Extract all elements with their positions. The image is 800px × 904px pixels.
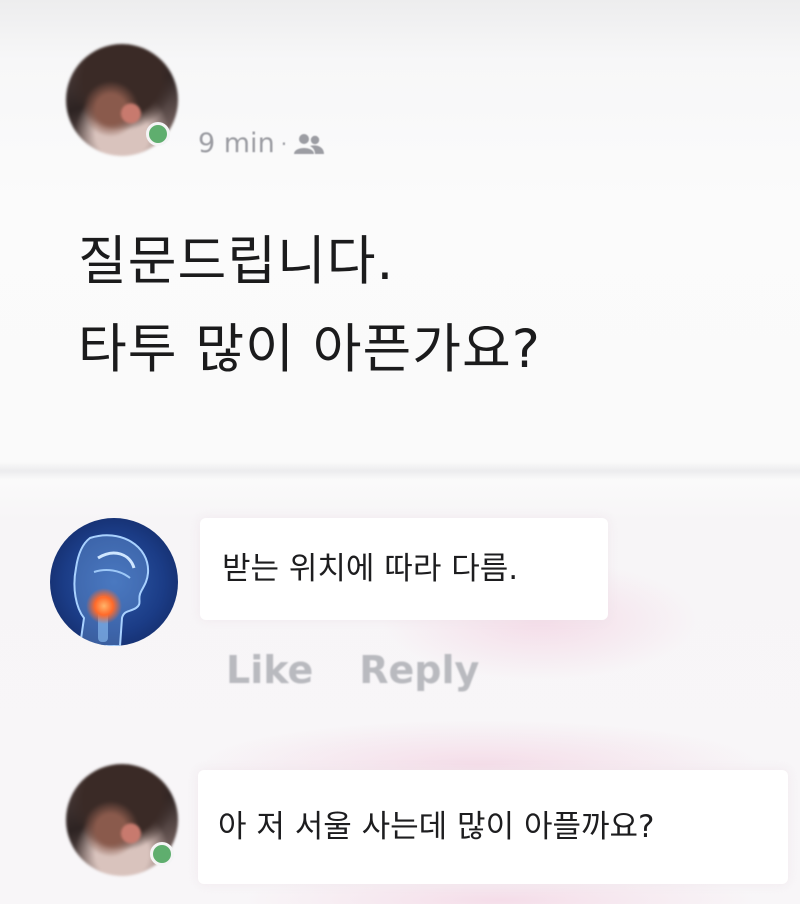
meta-separator: · (280, 131, 288, 156)
section-divider (0, 462, 800, 480)
online-status-dot (150, 842, 174, 866)
like-button[interactable]: Like (226, 648, 313, 692)
reply-button[interactable]: Reply (359, 648, 479, 692)
comment-bubble[interactable]: 아 저 서울 사는데 많이 아플까요? (198, 770, 788, 884)
xray-throat-icon (73, 534, 150, 646)
comment-text: 받는 위치에 따라 다름. (222, 551, 519, 587)
xray-throat-avatar[interactable] (50, 518, 178, 646)
post-body: 질문드립니다. 타투 많이 아픈가요? (78, 218, 541, 394)
post-meta: 9 min · (198, 128, 325, 159)
friends-icon[interactable] (293, 133, 325, 155)
comment-text: 아 저 서울 사는데 많이 아플까요? (218, 809, 655, 845)
comment-thread-screenshot: 9 min · 질문드립니다. 타투 많이 아픈가요? 받는 위치에 따라 다름… (0, 0, 800, 904)
online-status-dot (146, 122, 170, 146)
post-time[interactable]: 9 min (198, 128, 275, 159)
post-text-line-1: 질문드립니다. (78, 231, 395, 292)
comment-actions: Like Reply (226, 648, 479, 692)
post-text-line-2: 타투 많이 아픈가요? (78, 319, 541, 380)
comment-bubble[interactable]: 받는 위치에 따라 다름. (200, 518, 608, 620)
